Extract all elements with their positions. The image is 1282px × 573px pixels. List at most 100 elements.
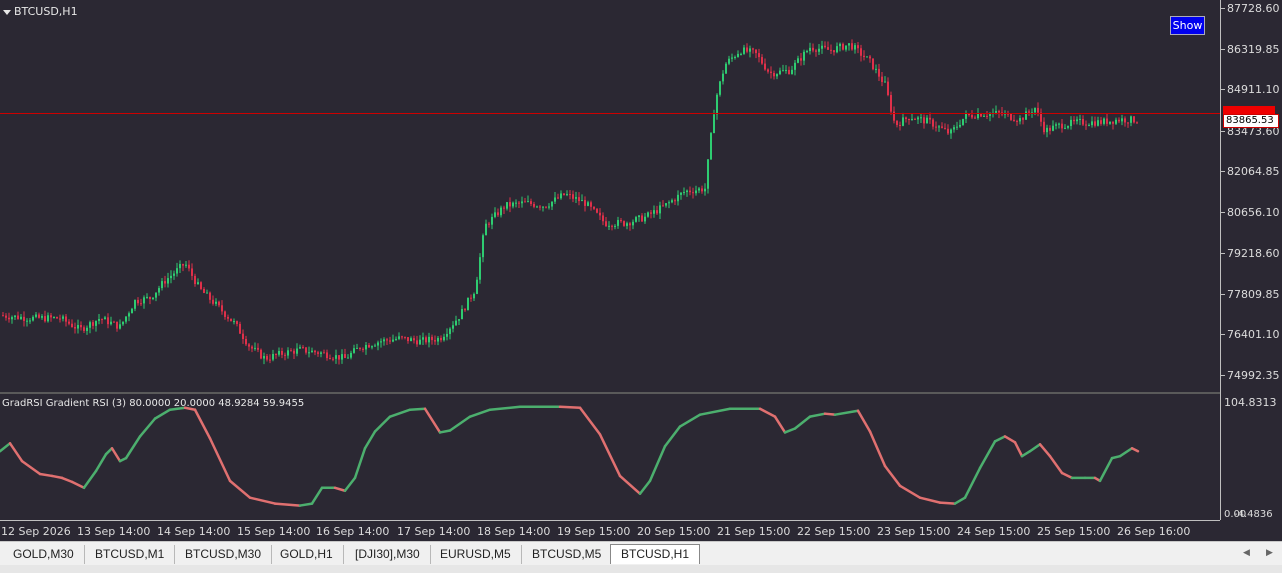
dropdown-triangle-icon[interactable] <box>3 9 11 15</box>
candle-body <box>965 113 967 119</box>
candle-body <box>479 257 481 280</box>
candle-body <box>689 190 691 193</box>
candle-body <box>224 311 226 317</box>
candle-body <box>662 205 664 207</box>
candle-body <box>839 43 841 47</box>
candle-body <box>164 281 166 284</box>
tab-eurusd-m5[interactable]: EURUSD,M5 <box>430 545 522 564</box>
candle-body <box>722 73 724 82</box>
candle-body <box>152 297 154 300</box>
candle-body <box>1037 107 1039 113</box>
candle-body <box>425 337 427 343</box>
candle-body <box>176 268 178 274</box>
candle-body <box>107 317 109 325</box>
rsi-segment <box>856 409 872 433</box>
time-tick: 26 Sep 16:00 <box>1117 525 1191 538</box>
candle-body <box>89 322 91 328</box>
candle-body <box>413 338 415 341</box>
candle-body <box>122 321 124 325</box>
candle-body <box>896 120 898 125</box>
candle-body <box>269 359 271 361</box>
candle-body <box>659 205 661 214</box>
candle-body <box>593 206 595 209</box>
rsi-segment <box>38 472 54 478</box>
candle-body <box>296 348 298 354</box>
candle-body <box>872 58 874 70</box>
candle-body <box>461 309 463 320</box>
candle-body <box>848 43 850 46</box>
candle-body <box>716 94 718 115</box>
tab-dji30-m30[interactable]: [DJI30],M30 <box>345 545 431 564</box>
candle-body <box>1052 125 1054 131</box>
candle-body <box>740 53 742 55</box>
status-strip <box>0 565 1282 573</box>
candle-body <box>614 225 616 227</box>
candle-body <box>554 197 556 202</box>
symbol-label[interactable]: BTCUSD,H1 <box>3 5 78 18</box>
tab-gold-h1[interactable]: GOLD,H1 <box>270 545 344 564</box>
indicator-label: GradRSI Gradient RSI (3) 80.0000 20.0000… <box>2 398 305 409</box>
candle-body <box>92 322 94 326</box>
rsi-segment <box>208 437 232 483</box>
tab-btcusd-m5[interactable]: BTCUSD,M5 <box>522 545 613 564</box>
candle-body <box>353 348 355 353</box>
candle-body <box>812 47 814 51</box>
price-tick: 74992.35 <box>1221 369 1280 382</box>
tab-scroll-left-icon[interactable]: ◀ <box>1243 548 1250 558</box>
tab-btcusd-h1[interactable]: BTCUSD,H1 <box>610 544 701 564</box>
candle-body <box>887 81 889 96</box>
candle-body <box>182 264 184 266</box>
tab-btcusd-m1[interactable]: BTCUSD,M1 <box>85 545 176 564</box>
candle-body <box>326 352 328 359</box>
candle-body <box>917 117 919 120</box>
candle-body <box>389 340 391 342</box>
candle-body <box>524 201 526 203</box>
tab-gold-m30[interactable]: GOLD,M30 <box>3 545 85 564</box>
rsi-segment <box>773 415 787 434</box>
candle-body <box>1133 116 1135 123</box>
candle-body <box>23 316 25 321</box>
rsi-segment <box>953 496 967 505</box>
candle-body <box>1118 119 1120 122</box>
candle-body <box>1121 118 1123 122</box>
candle-body <box>1025 111 1027 120</box>
candle-body <box>191 268 193 276</box>
rsi-segment <box>898 484 922 499</box>
candle-body <box>32 316 34 321</box>
price-tick: 80656.10 <box>1221 205 1280 219</box>
candle-body <box>1085 124 1087 126</box>
candle-body <box>239 323 241 334</box>
candle-body <box>1079 118 1081 120</box>
price-axis[interactable]: 87728.60 86319.85 84911.10 83473.60 82064.85… <box>1220 0 1282 520</box>
candle-body <box>644 216 646 222</box>
tab-btcusd-m30[interactable]: BTCUSD,M30 <box>175 545 273 564</box>
candle-body <box>149 296 151 300</box>
rsi-segment <box>70 480 86 490</box>
rsi-segment <box>273 502 302 507</box>
candle-body <box>1022 118 1024 120</box>
candle-body <box>359 347 361 349</box>
time-axis[interactable]: 12 Sep 2026 13 Sep 14:00 14 Sep 14:00 15 Se… <box>0 520 1220 542</box>
price-chart[interactable] <box>0 0 1220 392</box>
candle-body <box>557 197 559 199</box>
candle-body <box>443 336 445 341</box>
candle-body <box>80 325 82 328</box>
rsi-segment <box>388 408 412 418</box>
candle-body <box>635 217 637 222</box>
rsi-segment <box>1118 447 1134 458</box>
candle-body <box>506 202 508 209</box>
candle-body <box>1100 120 1102 124</box>
candle-body <box>395 338 397 340</box>
time-tick: 17 Sep 14:00 <box>397 525 471 538</box>
rsi-indicator-chart[interactable] <box>0 394 1220 520</box>
candle-body <box>467 297 469 311</box>
candle-body <box>173 273 175 276</box>
candle-body <box>170 275 172 279</box>
chart-window[interactable]: BTCUSD,H1 Show GradRSI Gradient RSI (3) … <box>0 0 1282 541</box>
show-button[interactable]: Show <box>1170 16 1205 35</box>
candle-body <box>230 318 232 322</box>
candle-body <box>890 95 892 112</box>
candle-body <box>200 282 202 289</box>
tab-scroll-right-icon[interactable]: ▶ <box>1266 548 1273 558</box>
candle-body <box>515 202 517 204</box>
